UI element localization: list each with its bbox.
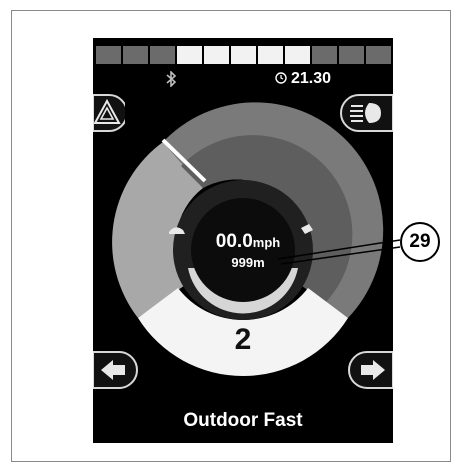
callout-number: 29: [400, 222, 440, 262]
callout-leader: [277, 239, 401, 265]
